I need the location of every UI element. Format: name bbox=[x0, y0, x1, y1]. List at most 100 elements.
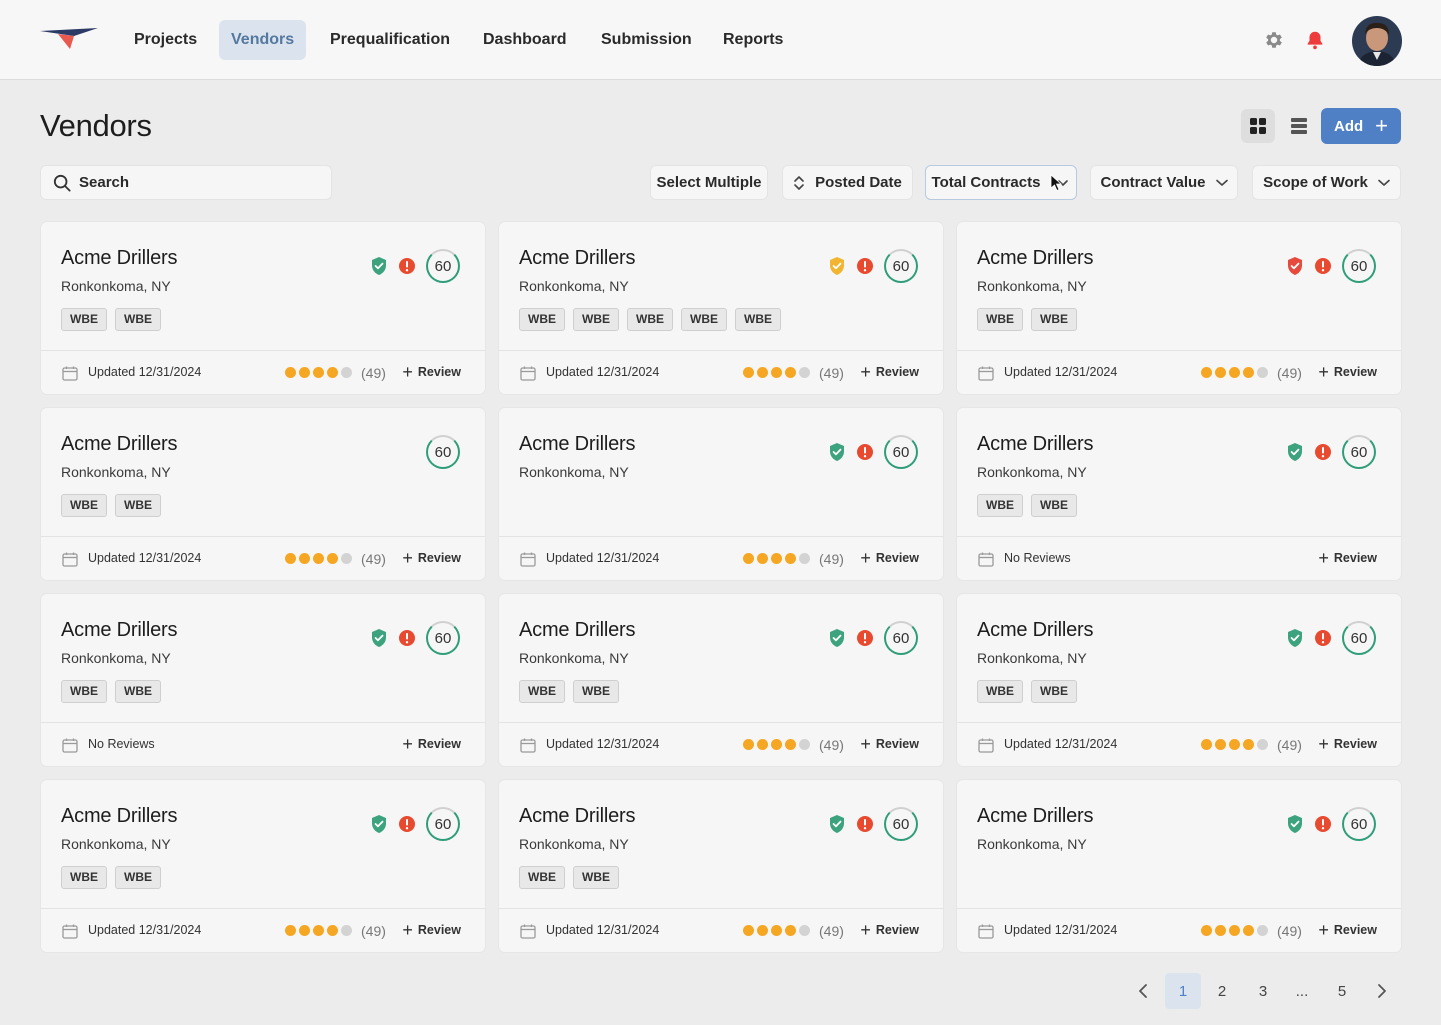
chevron-right-icon bbox=[1378, 984, 1386, 998]
rating-dot bbox=[771, 367, 782, 378]
plus-icon: + bbox=[1318, 920, 1329, 940]
list-view-button[interactable] bbox=[1282, 109, 1316, 143]
user-avatar[interactable] bbox=[1352, 16, 1402, 66]
vendor-name[interactable]: Acme Drillers bbox=[519, 619, 635, 642]
vendor-card[interactable]: Acme Drillers Ronkonkoma, NY WBE WBE WBE WBE W… bbox=[499, 222, 943, 394]
nav-item-dashboard[interactable]: Dashboard bbox=[471, 20, 579, 60]
vendor-card[interactable]: Acme Drillers Ronkonkoma, NY WBE WBE 60 Upd… bbox=[499, 780, 943, 952]
rating-dots bbox=[743, 367, 810, 378]
rating-dot bbox=[1243, 367, 1254, 378]
vendor-name[interactable]: Acme Drillers bbox=[61, 247, 177, 270]
vendor-name[interactable]: Acme Drillers bbox=[61, 433, 177, 456]
nav-item-submission[interactable]: Submission bbox=[589, 20, 704, 60]
plus-icon: + bbox=[860, 362, 871, 382]
vendor-card[interactable]: Acme Drillers Ronkonkoma, NY 60 Updated 1… bbox=[499, 408, 943, 580]
vendor-name[interactable]: Acme Drillers bbox=[977, 247, 1093, 270]
search-box[interactable] bbox=[40, 165, 332, 200]
list-icon bbox=[1291, 118, 1307, 134]
pagination-page-2[interactable]: 2 bbox=[1205, 973, 1239, 1009]
plus-icon: + bbox=[402, 920, 413, 940]
review-count: (49) bbox=[1277, 923, 1302, 939]
vendor-status-icons: 60 bbox=[370, 807, 460, 841]
chevron-down-icon bbox=[1051, 173, 1069, 191]
rating-dots bbox=[743, 739, 810, 750]
vendor-name[interactable]: Acme Drillers bbox=[519, 805, 635, 828]
alert-icon bbox=[399, 816, 415, 832]
grid-view-button[interactable] bbox=[1241, 109, 1275, 143]
vendor-card[interactable]: Acme Drillers Ronkonkoma, NY WBE WBE 60 Upd… bbox=[957, 222, 1401, 394]
add-button[interactable]: Add + bbox=[1321, 108, 1401, 144]
vendor-card[interactable]: Acme Drillers Ronkonkoma, NY WBE WBE 60 Upd… bbox=[41, 222, 485, 394]
calendar-icon bbox=[978, 738, 994, 753]
contract-value-dropdown[interactable]: Contract Value bbox=[1090, 165, 1238, 200]
pagination-page-5[interactable]: 5 bbox=[1325, 973, 1359, 1009]
rating-dot bbox=[1215, 739, 1226, 750]
vendor-name[interactable]: Acme Drillers bbox=[61, 805, 177, 828]
vendor-location: Ronkonkoma, NY bbox=[977, 278, 1087, 294]
nav-item-vendors[interactable]: Vendors bbox=[219, 20, 307, 60]
pagination-prev-button[interactable] bbox=[1129, 973, 1157, 1009]
vendor-name[interactable]: Acme Drillers bbox=[977, 805, 1093, 828]
vendor-status-icons: 60 bbox=[1286, 249, 1376, 283]
posted-date-sort-button[interactable]: Posted Date bbox=[782, 165, 913, 200]
add-review-button[interactable]: + Review bbox=[860, 549, 919, 567]
add-review-button[interactable]: + Review bbox=[860, 921, 919, 939]
vendor-location: Ronkonkoma, NY bbox=[519, 650, 629, 666]
certification-tags: WBE WBE bbox=[519, 680, 619, 703]
brand-logo-icon[interactable] bbox=[40, 28, 98, 50]
add-review-button[interactable]: + Review bbox=[402, 363, 461, 381]
add-review-button[interactable]: + Review bbox=[860, 735, 919, 753]
add-button-label: Add bbox=[1333, 117, 1364, 135]
vendor-card[interactable]: Acme Drillers Ronkonkoma, NY WBE WBE 60 No … bbox=[957, 408, 1401, 580]
rating-dot bbox=[757, 367, 768, 378]
vendor-status-icons: 60 bbox=[426, 435, 460, 469]
select-multiple-button[interactable]: Select Multiple bbox=[650, 165, 768, 200]
review-count: (49) bbox=[361, 551, 386, 567]
vendor-name[interactable]: Acme Drillers bbox=[977, 433, 1093, 456]
vendor-card[interactable]: Acme Drillers Ronkonkoma, NY WBE WBE 60 Upd… bbox=[41, 780, 485, 952]
pagination-page-1[interactable]: 1 bbox=[1165, 973, 1201, 1009]
vendor-status-icons: 60 bbox=[828, 435, 918, 469]
top-navigation: Projects Vendors Prequalification Dashbo… bbox=[0, 0, 1441, 80]
rating-dot bbox=[799, 925, 810, 936]
nav-item-prequalification[interactable]: Prequalification bbox=[318, 20, 462, 60]
shield-check-icon bbox=[372, 257, 386, 275]
sort-icon bbox=[794, 175, 804, 190]
bell-icon[interactable] bbox=[1304, 29, 1326, 51]
scope-of-work-dropdown[interactable]: Scope of Work bbox=[1252, 165, 1401, 200]
nav-item-reports[interactable]: Reports bbox=[711, 20, 795, 60]
total-contracts-dropdown[interactable]: Total Contracts bbox=[925, 165, 1077, 200]
add-review-button[interactable]: + Review bbox=[402, 735, 461, 753]
add-review-button[interactable]: + Review bbox=[1318, 735, 1377, 753]
vendor-location: Ronkonkoma, NY bbox=[61, 650, 171, 666]
pagination-page-3[interactable]: 3 bbox=[1246, 973, 1280, 1009]
add-review-button[interactable]: + Review bbox=[402, 921, 461, 939]
vendor-card[interactable]: Acme Drillers Ronkonkoma, NY WBE WBE 60 Upda… bbox=[41, 408, 485, 580]
gear-icon[interactable] bbox=[1263, 29, 1285, 51]
add-review-button[interactable]: + Review bbox=[1318, 363, 1377, 381]
chevron-left-icon bbox=[1139, 984, 1147, 998]
add-review-button[interactable]: + Review bbox=[1318, 549, 1377, 567]
add-review-button[interactable]: + Review bbox=[402, 549, 461, 567]
vendor-card[interactable]: Acme Drillers Ronkonkoma, NY 60 Updated 1… bbox=[957, 780, 1401, 952]
vendor-name[interactable]: Acme Drillers bbox=[519, 433, 635, 456]
vendor-card[interactable]: Acme Drillers Ronkonkoma, NY WBE WBE 60 No … bbox=[41, 594, 485, 766]
vendor-name[interactable]: Acme Drillers bbox=[977, 619, 1093, 642]
vendor-name[interactable]: Acme Drillers bbox=[61, 619, 177, 642]
nav-item-projects[interactable]: Projects bbox=[122, 20, 209, 60]
vendor-location: Ronkonkoma, NY bbox=[977, 650, 1087, 666]
vendor-name[interactable]: Acme Drillers bbox=[519, 247, 635, 270]
rating-dot bbox=[757, 739, 768, 750]
pagination-next-button[interactable] bbox=[1368, 973, 1396, 1009]
alert-icon bbox=[1315, 444, 1331, 460]
vendor-status-icons: 60 bbox=[1286, 807, 1376, 841]
vendor-status-icons: 60 bbox=[370, 621, 460, 655]
shield-check-icon bbox=[830, 443, 844, 461]
vendor-card[interactable]: Acme Drillers Ronkonkoma, NY WBE WBE 60 Upd… bbox=[957, 594, 1401, 766]
certification-tag: WBE bbox=[1031, 680, 1077, 703]
search-input[interactable] bbox=[79, 174, 299, 191]
chevron-down-icon bbox=[1215, 179, 1228, 186]
add-review-button[interactable]: + Review bbox=[860, 363, 919, 381]
vendor-card[interactable]: Acme Drillers Ronkonkoma, NY WBE WBE 60 Upd… bbox=[499, 594, 943, 766]
add-review-button[interactable]: + Review bbox=[1318, 921, 1377, 939]
